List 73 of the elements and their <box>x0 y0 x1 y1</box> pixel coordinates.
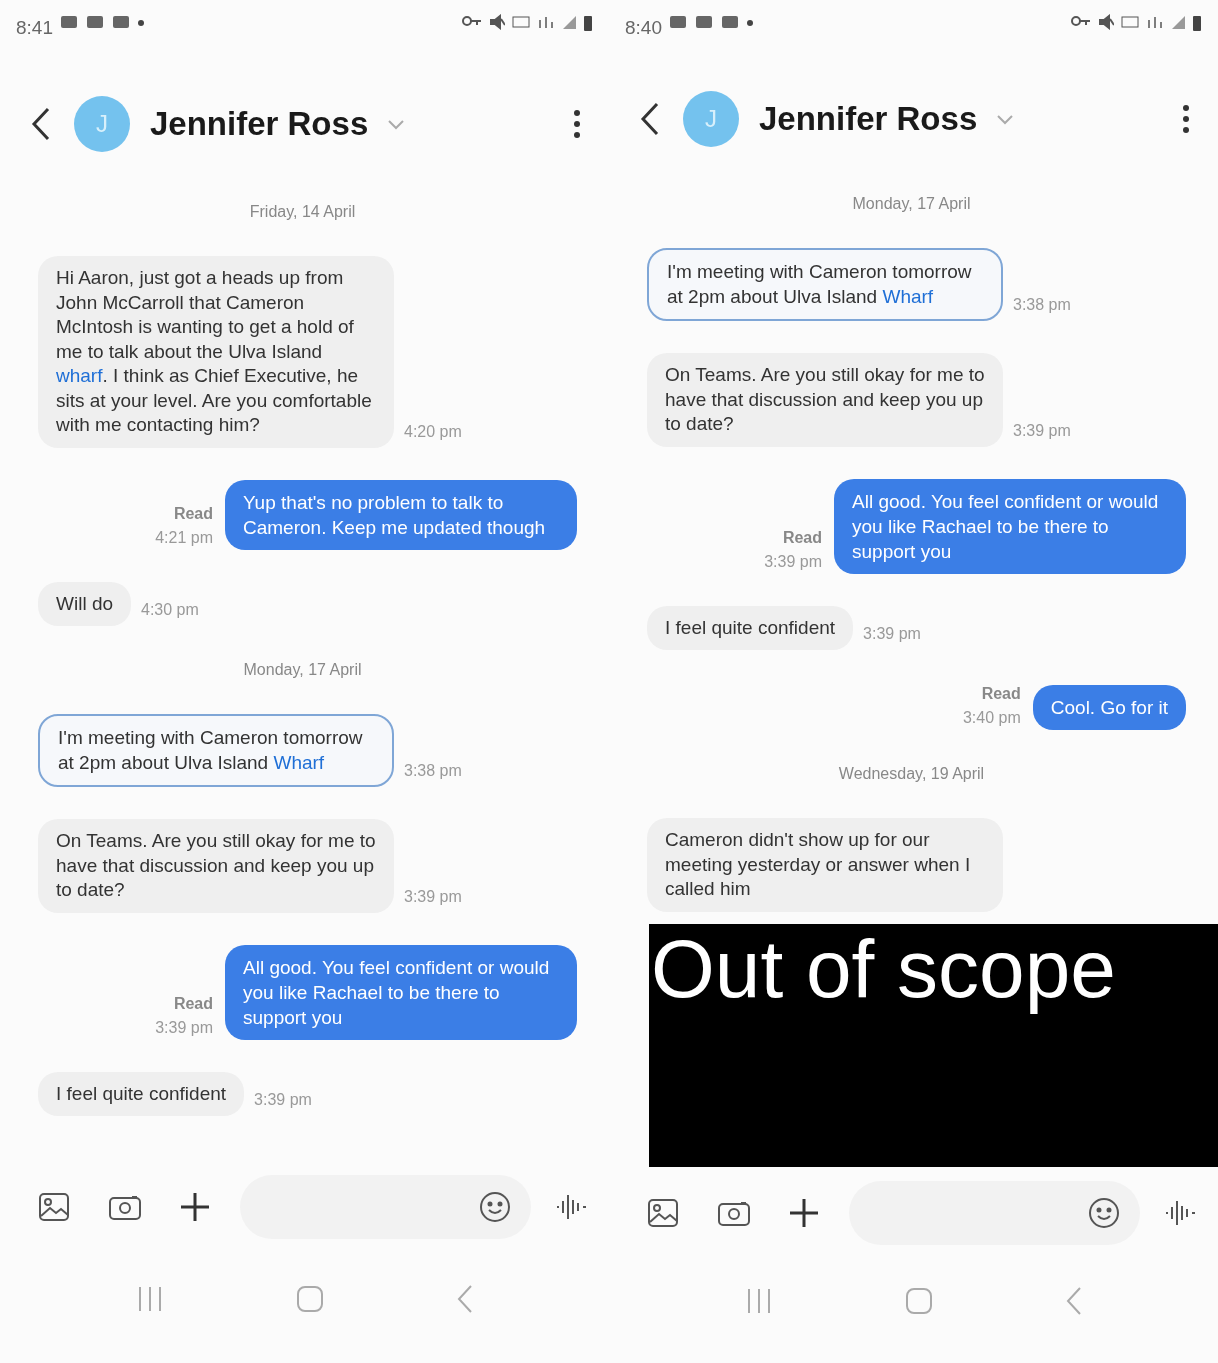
date-separator: Friday, 14 April <box>249 202 356 222</box>
battery-icon <box>583 14 593 32</box>
message-bubble: Cool. Go for it <box>1032 685 1186 731</box>
message-bubble: I'm meeting with Cameron tomorrow at 2pm about Ulva Island Wharf <box>647 248 1003 322</box>
signal-icon <box>1170 14 1186 30</box>
plus-icon[interactable] <box>180 1192 210 1222</box>
back-icon[interactable] <box>639 101 661 138</box>
camera-icon[interactable] <box>108 1193 142 1221</box>
message-time: 3:39 pm <box>863 624 921 645</box>
notification-icon <box>59 14 79 30</box>
status-time: 8:41 <box>16 16 53 40</box>
redaction-block: Out of scope <box>649 923 1218 1167</box>
more-options-icon[interactable] <box>573 109 581 139</box>
message-time: 3:39 pm <box>404 886 462 907</box>
notification-icon <box>720 14 740 30</box>
message-bubble: All good. You feel confident or would you like Rachael to be there to support you <box>225 944 577 1040</box>
message-bubble: I'm meeting with Cameron tomorrow at 2pm about Ulva Island Wharf <box>38 714 394 787</box>
key-icon <box>461 14 483 28</box>
more-options-icon[interactable] <box>1182 104 1190 135</box>
network-icon <box>1146 14 1164 30</box>
volte-icon <box>1120 14 1140 30</box>
volte-icon <box>511 14 531 30</box>
gallery-icon[interactable] <box>38 1192 70 1222</box>
network-icon <box>537 14 555 30</box>
message-bubble: I feel quite confident <box>38 1071 245 1116</box>
message-time: 3:38 pm <box>1013 295 1071 316</box>
back-icon[interactable] <box>30 106 52 142</box>
message-time: 3:39 pm <box>764 552 822 570</box>
message-time: 3:39 pm <box>254 1090 312 1110</box>
notification-icon <box>111 14 131 30</box>
read-status: Read <box>781 527 822 548</box>
avatar: J <box>74 96 130 152</box>
date-separator: Wednesday, 19 April <box>838 764 985 785</box>
notification-icon <box>694 14 714 30</box>
mute-icon <box>1098 14 1114 30</box>
message-time: 4:30 pm <box>141 600 199 620</box>
read-status: Read <box>172 993 213 1014</box>
message-bubble: Yup that's no problem to talk to Cameron. Keep me updated though <box>225 479 577 550</box>
message-bubble: I feel quite confident <box>647 605 854 651</box>
message-bubble: On Teams. Are you still okay for me to have that discussion and keep you up to date? <box>647 353 1003 447</box>
message-bubble: On Teams. Are you still okay for me to have that discussion and keep you up to date? <box>38 819 394 913</box>
link[interactable]: Wharf <box>882 285 934 307</box>
link[interactable]: wharf <box>56 365 103 386</box>
message-time: 4:21 pm <box>155 528 213 546</box>
read-status: Read <box>172 503 213 524</box>
message-time: 3:39 pm <box>1013 420 1071 441</box>
emoji-icon[interactable] <box>479 1191 511 1223</box>
message-time: 4:20 pm <box>404 421 462 442</box>
status-time: 8:40 <box>625 16 662 40</box>
key-icon <box>1070 14 1092 28</box>
contact-name: Jennifer Ross <box>150 104 369 145</box>
date-separator: Monday, 17 April <box>852 194 971 215</box>
gallery-icon[interactable] <box>647 1197 679 1228</box>
read-status: Read <box>980 684 1021 705</box>
voice-icon[interactable] <box>555 1192 589 1222</box>
message-bubble: Cameron didn't show up for our meeting yesterday or answer when I called him <box>647 818 1003 912</box>
date-separator: Monday, 17 April <box>243 660 362 680</box>
avatar: J <box>683 91 739 148</box>
message-time: 3:39 pm <box>155 1018 213 1036</box>
signal-icon <box>561 14 577 30</box>
mute-icon <box>489 14 505 30</box>
message-bubble: Will do <box>38 581 131 626</box>
notification-icon <box>85 14 105 30</box>
message-bubble: Hi Aaron, just got a heads up from John McCarroll that Cameron McIntosh is wanting to get a hold of me to talk about the Ulva Island wharf. I think as Chief Executive, he sits at your level. Are you comfortable with me contacting him? <box>38 256 394 448</box>
link[interactable]: Wharf <box>273 751 325 773</box>
message-time: 3:38 pm <box>404 761 462 781</box>
battery-icon <box>1192 14 1202 32</box>
message-bubble: All good. You feel confident or would you like Rachael to be there to support you <box>834 478 1186 574</box>
notification-icon <box>668 14 688 30</box>
contact-name: Jennifer Ross <box>759 99 978 140</box>
message-time: 3:40 pm <box>962 709 1021 727</box>
plus-icon[interactable] <box>789 1197 819 1228</box>
emoji-icon[interactable] <box>1088 1196 1120 1229</box>
